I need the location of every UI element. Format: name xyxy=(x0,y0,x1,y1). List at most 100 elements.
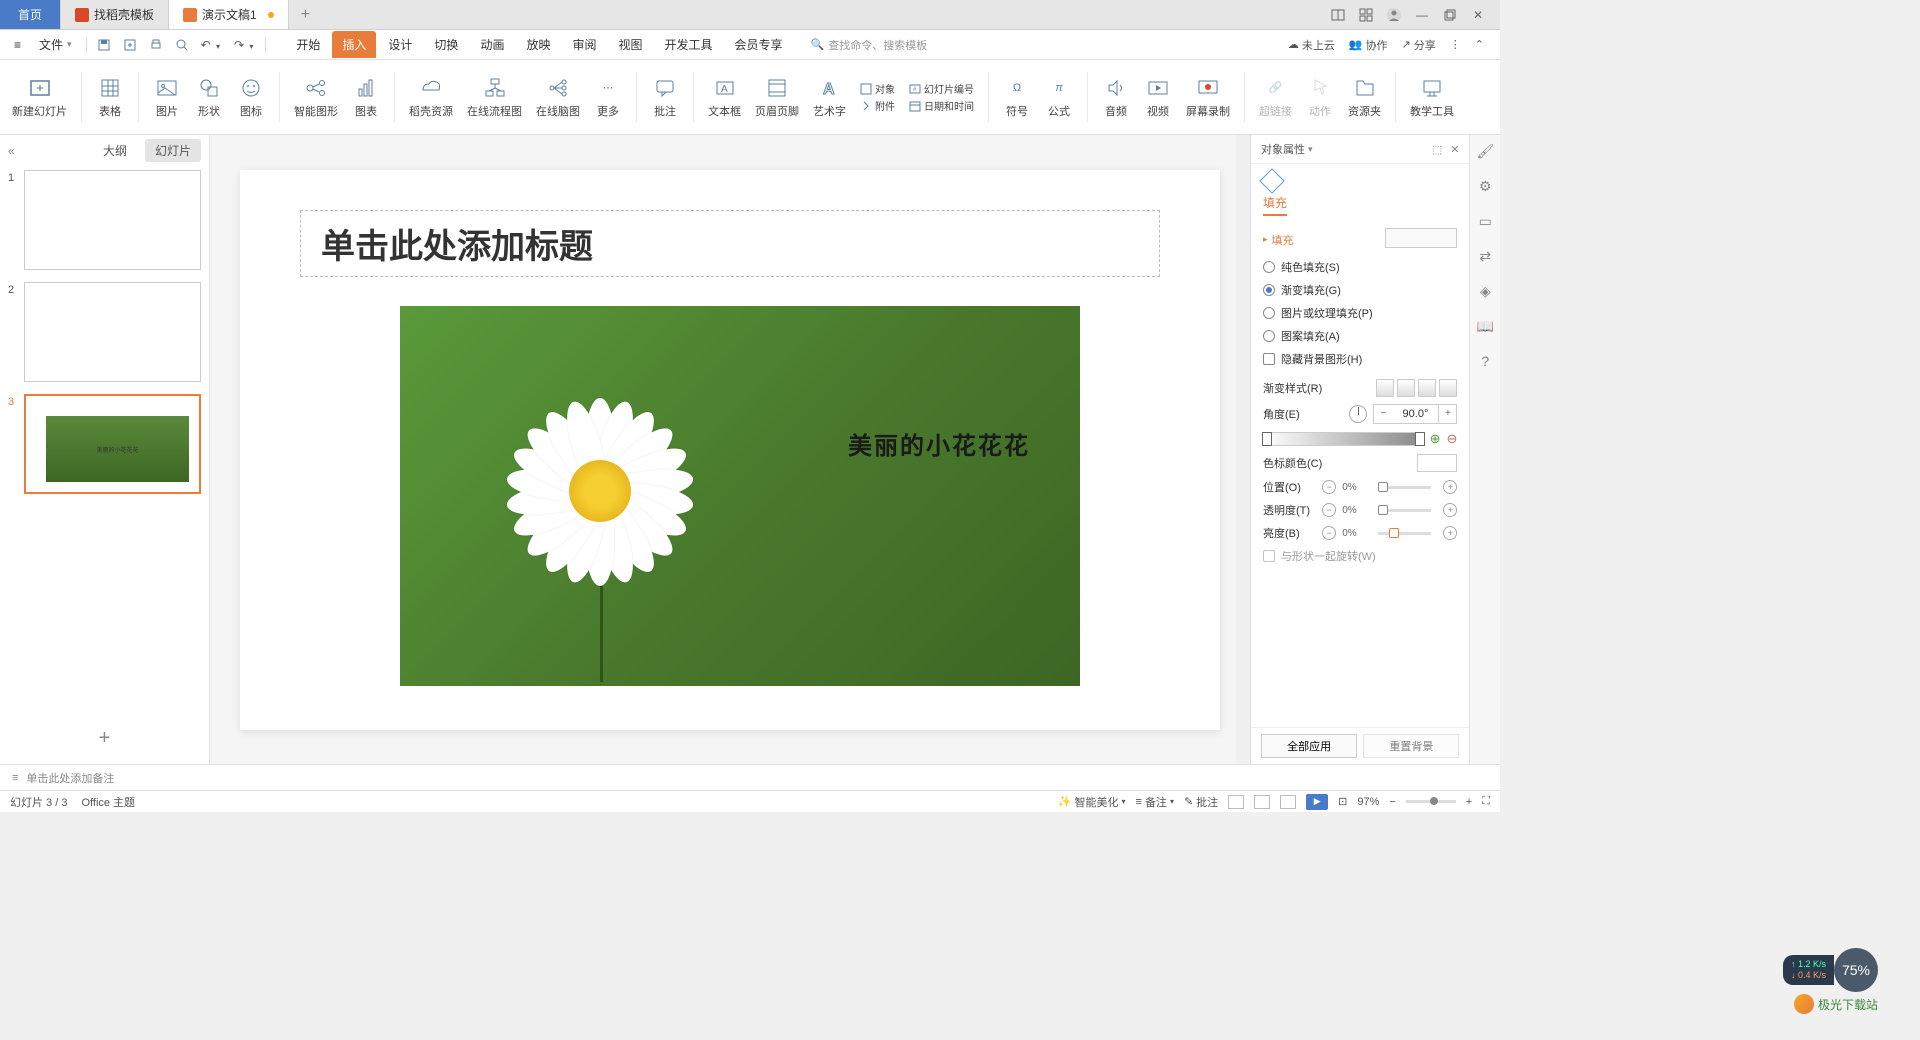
close-button[interactable]: ✕ xyxy=(1470,7,1486,23)
zoom-fit[interactable]: ⊡ xyxy=(1338,795,1347,808)
transparency-slider[interactable] xyxy=(1378,509,1431,512)
ribbon-slidenum[interactable]: #幻灯片编号 xyxy=(909,81,974,96)
view-normal[interactable] xyxy=(1228,795,1244,809)
status-comments[interactable]: ✎ 批注 xyxy=(1184,794,1218,810)
menu-tab-devtools[interactable]: 开发工具 xyxy=(655,31,723,58)
more-menu[interactable]: ⋮ xyxy=(1450,38,1461,51)
side-adjust-icon[interactable]: ⚙ xyxy=(1479,178,1492,195)
angle-dial[interactable] xyxy=(1349,405,1367,423)
ribbon-object[interactable]: 对象 xyxy=(860,81,895,96)
status-notes[interactable]: ≡ 备注 ▾ xyxy=(1136,794,1174,810)
ribbon-flowchart[interactable]: 在线流程图 xyxy=(463,74,526,121)
notes-placeholder[interactable]: 单击此处添加备注 xyxy=(26,770,114,786)
ribbon-comment[interactable]: 批注 xyxy=(647,74,683,121)
fill-section-header[interactable]: 填充 xyxy=(1263,228,1457,251)
ribbon-table[interactable]: 表格 xyxy=(92,74,128,121)
ribbon-smartart[interactable]: 智能图形 xyxy=(290,74,342,121)
radio-picture[interactable] xyxy=(1263,307,1275,319)
add-stop[interactable]: ⊕ xyxy=(1430,431,1441,447)
ribbon-equation[interactable]: π公式 xyxy=(1041,74,1077,121)
preview-icon[interactable] xyxy=(173,36,191,54)
pos-incr[interactable]: + xyxy=(1443,480,1457,494)
radio-solid[interactable] xyxy=(1263,261,1275,273)
network-widget[interactable]: ↑ 1.2 K/s↓ 0.4 K/s 75% xyxy=(1783,948,1878,992)
layout-icon[interactable] xyxy=(1330,7,1346,23)
ribbon-textbox[interactable]: A文本框 xyxy=(704,74,745,121)
fill-tab-label[interactable]: 填充 xyxy=(1263,194,1287,216)
slide-title-placeholder[interactable]: 单击此处添加标题 xyxy=(300,210,1160,277)
slide-thumbnail-3[interactable]: 美丽的小花花花 xyxy=(24,394,201,494)
ribbon-image[interactable]: 图片 xyxy=(149,74,185,121)
fill-tab-icon[interactable] xyxy=(1259,168,1284,193)
print-icon[interactable] xyxy=(147,36,165,54)
slide-canvas[interactable]: 单击此处添加标题 美丽的小花花花 xyxy=(240,170,1220,730)
angle-value[interactable]: 90.0° xyxy=(1392,408,1438,420)
saveas-icon[interactable] xyxy=(121,36,139,54)
gradient-editor[interactable] xyxy=(1263,432,1424,446)
pos-decr[interactable]: − xyxy=(1322,480,1336,494)
angle-incr[interactable]: + xyxy=(1438,405,1456,423)
menu-tab-design[interactable]: 设计 xyxy=(378,31,422,58)
collapse-panel[interactable]: « xyxy=(8,144,15,158)
ribbon-audio[interactable]: 音频 xyxy=(1098,74,1134,121)
gradient-stop-2[interactable] xyxy=(1415,432,1425,446)
zoom-in[interactable]: + xyxy=(1466,796,1472,808)
zoom-out[interactable]: − xyxy=(1389,796,1395,808)
menu-tab-insert[interactable]: 插入 xyxy=(332,31,376,58)
grad-style-4[interactable] xyxy=(1439,379,1457,397)
side-select-icon[interactable]: ▭ xyxy=(1479,213,1492,230)
fill-preset-dropdown[interactable] xyxy=(1385,228,1457,248)
slideshow-button[interactable]: ▶ xyxy=(1306,794,1328,810)
menu-tab-animation[interactable]: 动画 xyxy=(470,31,514,58)
search-input[interactable]: 查找命令、搜索模板 xyxy=(828,37,927,53)
ribbon-shapes[interactable]: 形状 xyxy=(191,74,227,121)
ribbon-attachment[interactable]: 附件 xyxy=(860,98,895,113)
ribbon-headerfooter[interactable]: 页眉页脚 xyxy=(751,74,803,121)
checkbox-hidebg[interactable] xyxy=(1263,353,1275,365)
redo-icon[interactable]: ↷ ▾ xyxy=(232,36,257,54)
slides-tab[interactable]: 幻灯片 xyxy=(145,139,201,162)
ribbon-wordart[interactable]: A艺术字 xyxy=(809,74,850,121)
bright-incr[interactable]: + xyxy=(1443,526,1457,540)
radio-pattern[interactable] xyxy=(1263,330,1275,342)
grid-icon[interactable] xyxy=(1358,7,1374,23)
stop-color-picker[interactable] xyxy=(1417,454,1457,472)
user-icon[interactable] xyxy=(1386,7,1402,23)
collapse-ribbon[interactable]: ⌃ xyxy=(1475,38,1484,51)
grad-style-3[interactable] xyxy=(1418,379,1436,397)
menu-tab-slideshow[interactable]: 放映 xyxy=(516,31,560,58)
menu-tab-transition[interactable]: 切换 xyxy=(424,31,468,58)
reset-bg-button[interactable]: 重置背景 xyxy=(1363,734,1459,758)
menu-tab-review[interactable]: 审阅 xyxy=(562,31,606,58)
menu-hamburger[interactable]: ≡ xyxy=(8,36,27,54)
brightness-slider[interactable] xyxy=(1378,532,1431,535)
slide-thumbnail-1[interactable] xyxy=(24,170,201,270)
new-tab-button[interactable]: + xyxy=(289,6,322,24)
side-book-icon[interactable]: 📖 xyxy=(1477,318,1494,335)
props-pin[interactable]: ⬚ xyxy=(1432,143,1442,156)
remove-stop[interactable]: ⊖ xyxy=(1447,431,1458,447)
angle-decr[interactable]: − xyxy=(1374,405,1392,423)
fullscreen-icon[interactable]: ⛶ xyxy=(1482,795,1490,808)
side-help-icon[interactable]: ? xyxy=(1481,353,1489,369)
share-button[interactable]: ↗ 分享 xyxy=(1402,37,1436,53)
menu-tab-view[interactable]: 视图 xyxy=(608,31,652,58)
ribbon-chart[interactable]: 图表 xyxy=(348,74,384,121)
ribbon-resources[interactable]: 资源夹 xyxy=(1344,74,1385,121)
file-menu[interactable]: 文件 ▾ xyxy=(33,34,78,55)
maximize-button[interactable] xyxy=(1442,7,1458,23)
grad-style-1[interactable] xyxy=(1376,379,1394,397)
view-sorter[interactable] xyxy=(1254,795,1270,809)
status-beautify[interactable]: ✨ 智能美化 ▾ xyxy=(1058,794,1126,810)
ribbon-video[interactable]: 视频 xyxy=(1140,74,1176,121)
ribbon-daoke[interactable]: 稻壳资源 xyxy=(405,74,457,121)
slide-image[interactable]: 美丽的小花花花 xyxy=(400,306,1080,686)
save-icon[interactable] xyxy=(95,36,113,54)
view-reading[interactable] xyxy=(1280,795,1296,809)
ribbon-teaching[interactable]: 教学工具 xyxy=(1406,74,1458,121)
ribbon-new-slide[interactable]: 新建幻灯片 xyxy=(8,74,71,121)
trans-decr[interactable]: − xyxy=(1322,503,1336,517)
side-transition-icon[interactable]: ⇄ xyxy=(1479,248,1491,265)
minimize-button[interactable]: — xyxy=(1414,7,1430,23)
ribbon-datetime[interactable]: 日期和时间 xyxy=(909,98,974,113)
